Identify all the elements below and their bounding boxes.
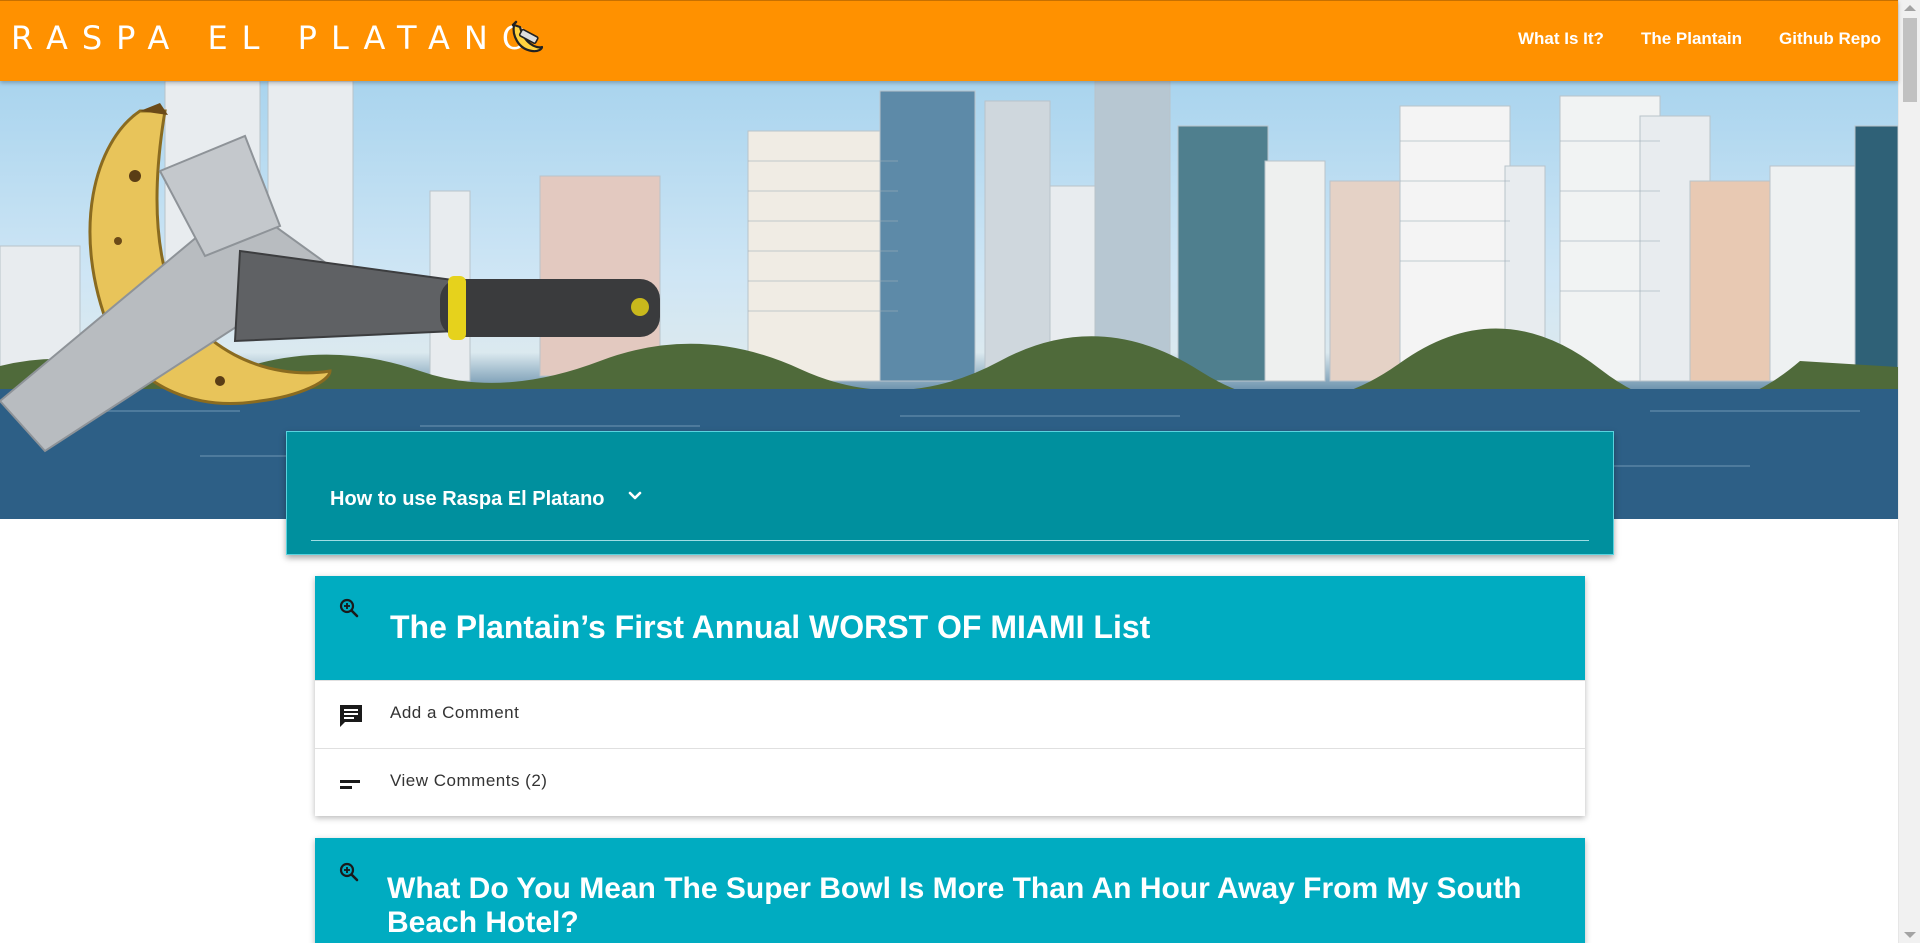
nav-links: What Is It? The Plantain Github Repo xyxy=(1518,29,1881,49)
article-card-header: The Plantain’s First Annual WORST OF MIA… xyxy=(315,576,1585,680)
scroll-thumb[interactable] xyxy=(1903,18,1917,102)
article-title[interactable]: What Do You Mean The Super Bowl Is More … xyxy=(387,872,1557,939)
article-card: What Do You Mean The Super Bowl Is More … xyxy=(315,838,1585,943)
view-comments-label[interactable]: View Comments (2) xyxy=(390,771,547,791)
zoom-in-icon[interactable] xyxy=(337,860,361,884)
view-comments-row[interactable]: View Comments (2) xyxy=(315,748,1585,816)
short-text-icon xyxy=(340,780,360,789)
comment-icon xyxy=(340,705,362,727)
article-card-header: What Do You Mean The Super Bowl Is More … xyxy=(315,838,1585,943)
page-scrollbar[interactable] xyxy=(1898,0,1920,943)
nav-link-what-is-it[interactable]: What Is It? xyxy=(1518,29,1604,49)
top-navbar: RASPA EL PLATANO What Is It? The Plantai… xyxy=(0,0,1898,81)
chevron-down-icon[interactable] xyxy=(623,484,647,508)
brand-title[interactable]: RASPA EL PLATANO xyxy=(11,19,541,57)
nav-link-github-repo[interactable]: Github Repo xyxy=(1779,29,1881,49)
nav-link-the-plantain[interactable]: The Plantain xyxy=(1641,29,1742,49)
add-comment-row[interactable]: Add a Comment xyxy=(315,680,1585,748)
article-card: The Plantain’s First Annual WORST OF MIA… xyxy=(315,576,1585,816)
banana-logo-icon[interactable] xyxy=(506,19,546,59)
how-to-use-title[interactable]: How to use Raspa El Platano xyxy=(330,488,605,511)
scroll-up-icon[interactable] xyxy=(1904,5,1916,11)
zoom-in-icon[interactable] xyxy=(337,596,361,620)
how-to-use-panel[interactable]: How to use Raspa El Platano xyxy=(286,431,1614,555)
panel-divider xyxy=(311,540,1589,541)
scroll-down-icon[interactable] xyxy=(1904,932,1916,938)
article-title[interactable]: The Plantain’s First Annual WORST OF MIA… xyxy=(390,609,1150,646)
add-comment-label[interactable]: Add a Comment xyxy=(390,703,519,723)
